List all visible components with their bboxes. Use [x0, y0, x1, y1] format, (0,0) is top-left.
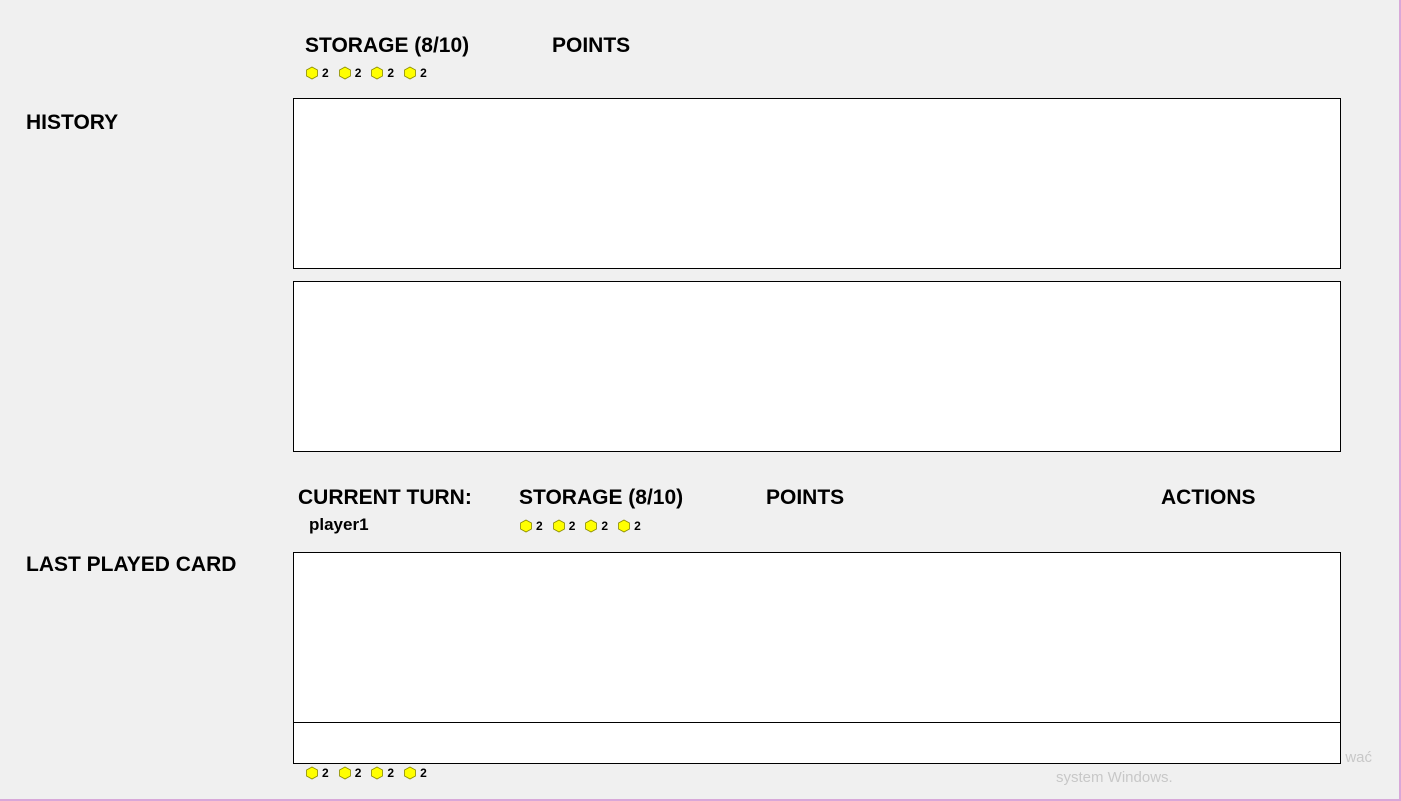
- opponent-resource-row: 2 2 2 2: [305, 64, 436, 82]
- yellow-hexagon-icon: [338, 766, 351, 780]
- resource-item: 2: [552, 519, 576, 533]
- resource-item: 2: [305, 66, 329, 80]
- opponent-cards-panel[interactable]: [293, 98, 1341, 269]
- resource-item: 2: [519, 519, 543, 533]
- yellow-hexagon-icon: [371, 766, 384, 780]
- resource-count: 2: [420, 66, 427, 80]
- player-resource-row: 2 2 2 2: [519, 517, 650, 535]
- player-points-label: POINTS: [766, 486, 845, 509]
- current-turn-player: player1: [309, 515, 369, 534]
- resource-item: 2: [403, 66, 427, 80]
- last-played-card-label: LAST PLAYED CARD: [26, 553, 237, 576]
- current-turn-label: CURRENT TURN:: [298, 486, 472, 509]
- opponent-points-label: POINTS: [552, 34, 631, 57]
- resource-item: 2: [338, 66, 362, 80]
- resource-item: 2: [370, 66, 394, 80]
- resource-item: 2: [370, 766, 394, 780]
- resource-count: 2: [568, 519, 576, 533]
- watermark-line-2: system Windows.: [1056, 769, 1173, 786]
- last-played-card-panel[interactable]: [293, 552, 1341, 723]
- windows-activation-watermark: wać system Windows.: [1056, 748, 1386, 788]
- hand-resource-row: 2 2 2 2: [305, 764, 436, 782]
- yellow-hexagon-icon: [618, 519, 630, 533]
- yellow-hexagon-icon: [552, 519, 565, 533]
- resource-count: 2: [354, 766, 362, 780]
- resource-item: 2: [403, 766, 427, 780]
- resource-count: 2: [536, 519, 543, 533]
- watermark-line-1: wać: [1345, 749, 1372, 766]
- yellow-hexagon-icon: [585, 519, 598, 533]
- yellow-hexagon-icon: [404, 66, 416, 80]
- yellow-hexagon-icon: [338, 66, 351, 80]
- resource-count: 2: [322, 766, 329, 780]
- resource-count: 2: [322, 66, 329, 80]
- yellow-hexagon-icon: [371, 66, 384, 80]
- resource-count: 2: [601, 519, 609, 533]
- resource-count: 2: [387, 66, 395, 80]
- history-label: HISTORY: [26, 111, 119, 134]
- resource-count: 2: [634, 519, 641, 533]
- yellow-hexagon-icon: [306, 66, 318, 80]
- player-storage-label: STORAGE (8/10): [519, 486, 684, 509]
- resource-item: 2: [305, 766, 329, 780]
- actions-label: ACTIONS: [1161, 486, 1256, 509]
- history-panel[interactable]: [293, 281, 1341, 452]
- opponent-storage-label: STORAGE (8/10): [305, 34, 470, 57]
- resource-item: 2: [338, 766, 362, 780]
- yellow-hexagon-icon: [404, 766, 416, 780]
- resource-count: 2: [387, 766, 395, 780]
- yellow-hexagon-icon: [306, 766, 318, 780]
- resource-item: 2: [584, 519, 608, 533]
- resource-item: 2: [617, 519, 641, 533]
- resource-count: 2: [354, 66, 362, 80]
- resource-count: 2: [420, 766, 427, 780]
- yellow-hexagon-icon: [520, 519, 532, 533]
